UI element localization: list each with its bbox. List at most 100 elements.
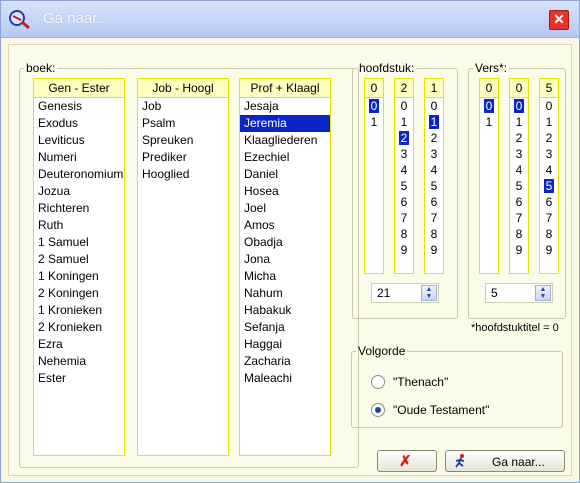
verse-digit[interactable]: 6 bbox=[540, 194, 558, 210]
book-item[interactable]: 1 Koningen bbox=[34, 268, 124, 285]
book-item[interactable]: Richteren bbox=[34, 200, 124, 217]
book-item[interactable]: Joel bbox=[240, 200, 330, 217]
book-item[interactable]: 1 Samuel bbox=[34, 234, 124, 251]
verse-digit[interactable]: 2 bbox=[510, 130, 528, 146]
verse-digit[interactable]: 8 bbox=[540, 226, 558, 242]
book-item[interactable]: Jozua bbox=[34, 183, 124, 200]
book-item[interactable]: Hosea bbox=[240, 183, 330, 200]
book-list-header[interactable]: Prof + Klaagl bbox=[240, 79, 330, 98]
chapter-digit-column-3[interactable]: 10123456789 bbox=[424, 78, 444, 274]
verse-spinner[interactable]: 5 ▲ ▼ bbox=[485, 283, 553, 303]
book-item[interactable]: Sefanja bbox=[240, 319, 330, 336]
chapter-digit-column-2[interactable]: 20123456789 bbox=[394, 78, 414, 274]
verse-spin-icon[interactable]: ▲ ▼ bbox=[535, 285, 551, 301]
book-item[interactable]: Spreuken bbox=[138, 132, 228, 149]
chapter-digit[interactable]: 8 bbox=[395, 226, 413, 242]
book-item[interactable]: Daniel bbox=[240, 166, 330, 183]
verse-digit-column-1[interactable]: 00 1 bbox=[479, 78, 499, 274]
verse-digit[interactable]: 5 bbox=[540, 178, 558, 194]
chapter-digit[interactable]: 1 bbox=[425, 114, 443, 130]
book-item[interactable]: Ester bbox=[34, 370, 124, 387]
order-option-thenach[interactable]: "Thenach" bbox=[371, 374, 448, 389]
book-item[interactable]: 2 Samuel bbox=[34, 251, 124, 268]
chapter-digit[interactable]: 7 bbox=[425, 210, 443, 226]
chapter-digit[interactable]: 2 bbox=[425, 130, 443, 146]
chapter-digit[interactable]: 9 bbox=[425, 242, 443, 258]
chapter-digit[interactable]: 6 bbox=[395, 194, 413, 210]
chapter-digit[interactable]: 9 bbox=[395, 242, 413, 258]
chapter-spin-icon[interactable]: ▲ ▼ bbox=[421, 285, 437, 301]
chapter-digit[interactable]: 0 bbox=[395, 98, 413, 114]
book-item[interactable]: Haggai bbox=[240, 336, 330, 353]
verse-digit[interactable]: 4 bbox=[510, 162, 528, 178]
book-list-1[interactable]: Gen - Ester Genesis Exodus Leviticus Numeri D… bbox=[33, 78, 125, 456]
book-item[interactable]: 1 Kronieken bbox=[34, 302, 124, 319]
chapter-digit[interactable]: 4 bbox=[395, 162, 413, 178]
book-item[interactable]: Zacharia bbox=[240, 353, 330, 370]
book-item[interactable]: Jesaja bbox=[240, 98, 330, 115]
verse-digit[interactable]: 1 bbox=[480, 114, 498, 130]
chapter-digit[interactable]: 5 bbox=[425, 178, 443, 194]
chapter-digit[interactable]: 1 bbox=[395, 114, 413, 130]
verse-digit[interactable]: 5 bbox=[510, 178, 528, 194]
chapter-digit[interactable]: 7 bbox=[395, 210, 413, 226]
book-item[interactable]: Jeremia bbox=[240, 115, 330, 132]
verse-digit[interactable]: 3 bbox=[510, 146, 528, 162]
book-item[interactable]: Psalm bbox=[138, 115, 228, 132]
radio-thenach[interactable] bbox=[371, 374, 385, 389]
book-list-2[interactable]: Job - Hoogl Job Psalm Spreuken Prediker Hoogl… bbox=[137, 78, 229, 456]
verse-digit[interactable]: 1 bbox=[510, 114, 528, 130]
verse-digit[interactable]: 0 bbox=[540, 98, 558, 114]
verse-digit[interactable]: 1 bbox=[540, 114, 558, 130]
chapter-digit[interactable]: 0 bbox=[365, 98, 383, 114]
verse-digit[interactable]: 7 bbox=[540, 210, 558, 226]
title-bar[interactable]: Ga naar... ✕ bbox=[1, 1, 579, 38]
order-option-oude-testament[interactable]: "Oude Testament" bbox=[371, 402, 489, 417]
chapter-digit[interactable]: 2 bbox=[395, 130, 413, 146]
book-item[interactable]: Obadja bbox=[240, 234, 330, 251]
verse-digit[interactable]: 0 bbox=[480, 98, 498, 114]
verse-digit[interactable]: 8 bbox=[510, 226, 528, 242]
chapter-digit-column-1[interactable]: 00 1 bbox=[364, 78, 384, 274]
book-item[interactable]: Klaagliederen bbox=[240, 132, 330, 149]
book-item[interactable]: 2 Kronieken bbox=[34, 319, 124, 336]
book-item[interactable]: Ruth bbox=[34, 217, 124, 234]
book-item[interactable]: Jona bbox=[240, 251, 330, 268]
book-list-3[interactable]: Prof + Klaagl Jesaja Jeremia Klaagliederen E… bbox=[239, 78, 331, 456]
chapter-digit[interactable]: 3 bbox=[425, 146, 443, 162]
book-list-header[interactable]: Gen - Ester bbox=[34, 79, 124, 98]
book-item[interactable]: Nahum bbox=[240, 285, 330, 302]
verse-digit-column-2[interactable]: 00 1 2 3 4 5 6 7 8 9 bbox=[509, 78, 529, 274]
chapter-spinner[interactable]: 21 ▲ ▼ bbox=[371, 283, 439, 303]
book-item[interactable]: Prediker bbox=[138, 149, 228, 166]
chapter-digit[interactable]: 0 bbox=[425, 98, 443, 114]
verse-digit[interactable]: 7 bbox=[510, 210, 528, 226]
book-item[interactable]: Maleachi bbox=[240, 370, 330, 387]
chapter-digit[interactable]: 1 bbox=[365, 114, 383, 130]
book-item[interactable]: Ezechiel bbox=[240, 149, 330, 166]
book-item[interactable]: Job bbox=[138, 98, 228, 115]
chapter-digit[interactable]: 4 bbox=[425, 162, 443, 178]
radio-oude-testament[interactable] bbox=[371, 402, 385, 417]
verse-digit[interactable]: 4 bbox=[540, 162, 558, 178]
book-item[interactable]: 2 Koningen bbox=[34, 285, 124, 302]
book-item[interactable]: Deuteronomium bbox=[34, 166, 124, 183]
book-item[interactable]: Genesis bbox=[34, 98, 124, 115]
book-list-header[interactable]: Job - Hoogl bbox=[138, 79, 228, 98]
book-item[interactable]: Nehemia bbox=[34, 353, 124, 370]
book-item[interactable]: Ezra bbox=[34, 336, 124, 353]
verse-digit[interactable]: 9 bbox=[510, 242, 528, 258]
book-item[interactable]: Amos bbox=[240, 217, 330, 234]
chapter-digit[interactable]: 6 bbox=[425, 194, 443, 210]
book-item[interactable]: Numeri bbox=[34, 149, 124, 166]
verse-digit[interactable]: 0 bbox=[510, 98, 528, 114]
book-item[interactable]: Habakuk bbox=[240, 302, 330, 319]
cancel-button[interactable]: ✗ bbox=[377, 450, 437, 472]
chapter-digit[interactable]: 3 bbox=[395, 146, 413, 162]
book-item[interactable]: Micha bbox=[240, 268, 330, 285]
goto-button[interactable]: Ga naar... bbox=[445, 450, 565, 472]
book-item[interactable]: Leviticus bbox=[34, 132, 124, 149]
verse-digit[interactable]: 6 bbox=[510, 194, 528, 210]
verse-digit[interactable]: 3 bbox=[540, 146, 558, 162]
book-item[interactable]: Hooglied bbox=[138, 166, 228, 183]
